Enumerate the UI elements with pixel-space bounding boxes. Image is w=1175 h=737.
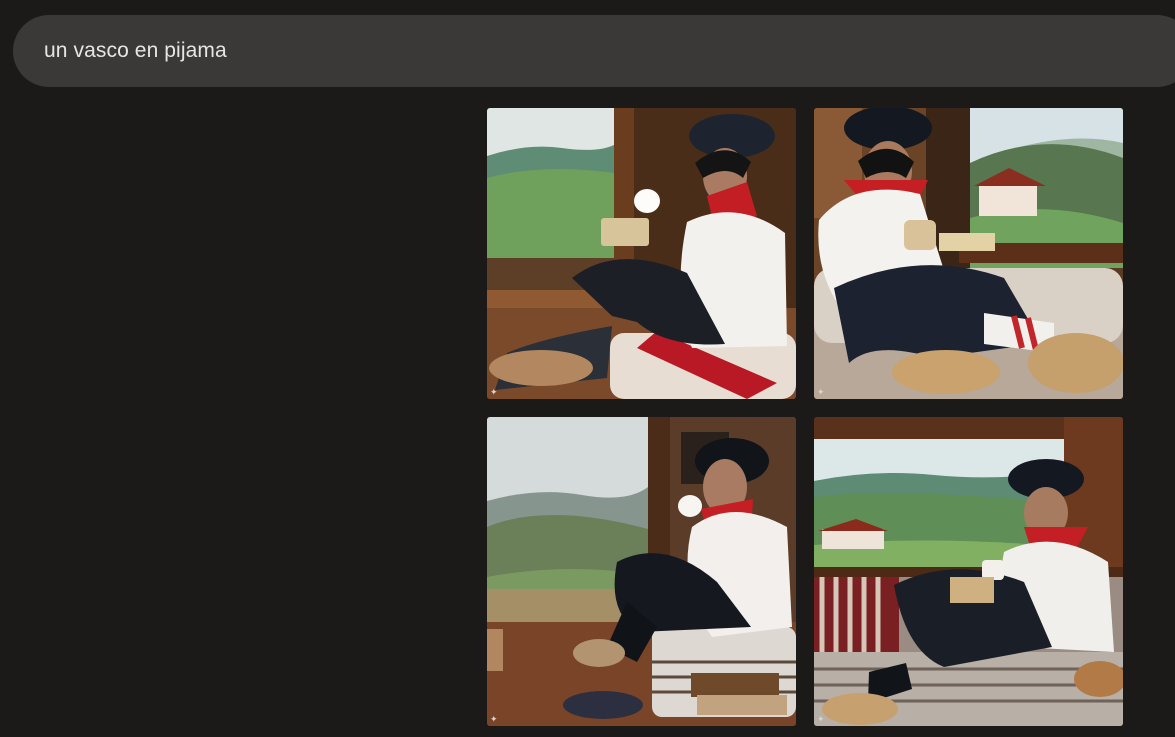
result-image-2[interactable]: ✦ (814, 108, 1123, 399)
sparkle-icon: ✦ (817, 387, 825, 397)
prompt-search-bar[interactable]: un vasco en pijama (13, 15, 1175, 87)
result-image-1-art (487, 108, 796, 399)
result-image-3-art (487, 417, 796, 726)
sparkle-icon: ✦ (490, 714, 498, 724)
result-image-3[interactable]: ✦ (487, 417, 796, 726)
result-image-4-art (814, 417, 1123, 726)
result-image-2-art (814, 108, 1123, 399)
result-image-4[interactable]: ✦ (814, 417, 1123, 726)
result-image-1[interactable]: ✦ (487, 108, 796, 399)
sparkle-icon: ✦ (490, 387, 498, 397)
prompt-text[interactable]: un vasco en pijama (44, 39, 227, 63)
sparkle-icon: ✦ (817, 714, 825, 724)
